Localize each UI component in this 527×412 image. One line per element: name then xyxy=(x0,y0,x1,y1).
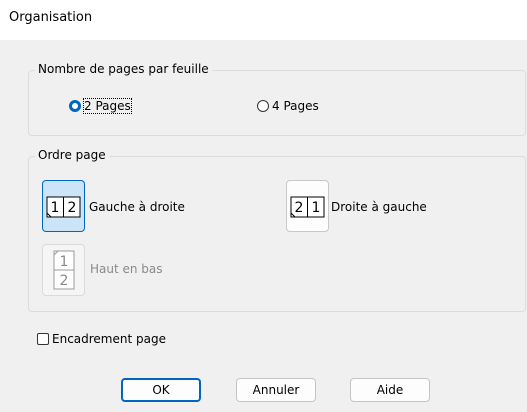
page-order-tb-icon: 1 2 xyxy=(53,250,75,290)
dialog-title: Organisation xyxy=(9,10,93,25)
radio-4-pages-label[interactable]: 4 Pages xyxy=(272,99,319,113)
help-button-label: Aide xyxy=(376,383,404,397)
dialog-titlebar: Organisation xyxy=(0,0,527,40)
radio-2-pages-indicator[interactable] xyxy=(69,100,81,112)
page-order-rl-icon: 2 1 xyxy=(290,196,325,218)
radio-4-pages-indicator[interactable] xyxy=(257,100,269,112)
order-right-to-left-label[interactable]: Droite à gauche xyxy=(331,200,427,214)
lr-num-first: 1 xyxy=(51,200,60,216)
ok-button-label: OK xyxy=(152,383,170,397)
cancel-button-label: Annuler xyxy=(252,383,300,397)
order-top-to-bottom-label: Haut en bas xyxy=(90,262,163,276)
radio-2-pages-label[interactable]: 2 Pages xyxy=(83,98,132,114)
page-order-lr-icon: 1 2 xyxy=(46,196,81,218)
pages-per-sheet-group: Nombre de pages par feuille 2 Pages 4 Pa… xyxy=(28,62,526,136)
rl-num-second: 1 xyxy=(312,200,321,216)
rl-num-first: 2 xyxy=(295,200,304,216)
radio-4-pages[interactable]: 4 Pages xyxy=(257,99,319,113)
lr-num-second: 2 xyxy=(68,200,77,216)
frame-page-checkbox-box[interactable] xyxy=(37,333,49,345)
page-order-group: Ordre page xyxy=(28,148,526,312)
pages-per-sheet-legend: Nombre de pages par feuille xyxy=(35,62,212,76)
radio-2-pages[interactable]: 2 Pages xyxy=(69,98,132,114)
ok-button[interactable]: OK xyxy=(121,378,201,402)
help-button[interactable]: Aide xyxy=(350,378,430,402)
cancel-button[interactable]: Annuler xyxy=(236,378,316,402)
order-left-to-right-label[interactable]: Gauche à droite xyxy=(89,200,185,214)
page-order-legend: Ordre page xyxy=(35,148,109,162)
order-left-to-right-button[interactable]: 1 2 xyxy=(42,180,85,232)
frame-page-checkbox[interactable]: Encadrement page xyxy=(37,332,166,346)
order-top-to-bottom-button[interactable]: 1 2 xyxy=(42,244,85,296)
frame-page-checkbox-label[interactable]: Encadrement page xyxy=(52,332,166,346)
order-right-to-left-button[interactable]: 2 1 xyxy=(286,180,329,232)
tb-num-first: 1 xyxy=(60,254,69,270)
tb-num-second: 2 xyxy=(60,273,69,289)
